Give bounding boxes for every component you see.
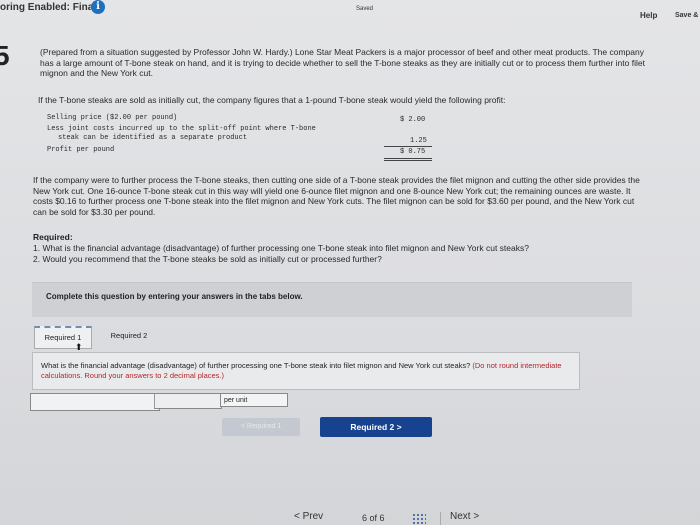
mode-label: oring Enabled: Final [0, 2, 97, 13]
profit-row-joint-costs-value: 1.25 [410, 137, 427, 145]
question-box: What is the financial advantage (disadva… [32, 352, 580, 390]
answer-label-input[interactable] [30, 393, 160, 411]
answer-unit: per unit [220, 393, 288, 407]
question-text: What is the financial advantage (disadva… [41, 361, 471, 370]
question-grid-icon[interactable] [412, 513, 426, 525]
help-link[interactable]: Help [640, 11, 657, 20]
further-processing-text: If the company were to further process t… [33, 175, 640, 217]
next-required-button[interactable]: Required 2 > [320, 417, 432, 437]
instructions-text: Complete this question by entering your … [46, 292, 303, 301]
next-button[interactable]: Next > [450, 511, 479, 522]
profit-total-line-1 [384, 158, 432, 159]
instructions-bar: Complete this question by entering your … [32, 282, 632, 317]
prev-button[interactable]: < Prev [294, 511, 323, 522]
tab-required-1[interactable]: Required 1 [34, 326, 92, 349]
required-title: Required: [33, 232, 73, 242]
question-number: 5 [0, 40, 10, 71]
page: oring Enabled: Final i Saved Help Save &… [0, 0, 700, 525]
profit-row-selling-price-value: $ 2.00 [400, 116, 426, 124]
profit-row-joint-costs-label-b: steak can be identified as a separate pr… [58, 134, 248, 142]
profit-row-profit-label: Profit per pound [47, 146, 115, 154]
required-q2: 2. Would you recommend that the T-bone s… [33, 254, 382, 264]
required-q1: 1. What is the financial advantage (disa… [33, 243, 529, 253]
saved-status: Saved [356, 6, 374, 12]
save-exit-link[interactable]: Save & [675, 12, 698, 19]
top-bar: oring Enabled: Final i Saved Help Save & [0, 0, 700, 24]
profit-row-selling-price-label: Selling price ($2.00 per pound) [47, 114, 178, 122]
profit-subtotal-line [384, 146, 432, 147]
page-indicator: 6 of 6 [362, 513, 385, 523]
profit-row-joint-costs-label-a: Less joint costs incurred up to the spli… [47, 125, 316, 133]
nav-divider [440, 512, 441, 525]
profit-intro: If the T-bone steaks are sold as initial… [38, 95, 506, 105]
prev-required-button[interactable]: < Required 1 [222, 418, 300, 436]
tab-required-2[interactable]: Required 2 [98, 326, 160, 346]
intro-text: (Prepared from a situation suggested by … [40, 47, 645, 78]
profit-row-profit-value: $ 0.75 [400, 148, 426, 156]
question-text-wrapper: What is the financial advantage (disadva… [41, 361, 581, 381]
bottom-nav: < Prev 6 of 6 Next > [0, 505, 700, 525]
info-icon[interactable]: i [91, 0, 105, 14]
profit-total-line-2 [384, 160, 432, 161]
answer-amount-input[interactable] [154, 393, 222, 409]
